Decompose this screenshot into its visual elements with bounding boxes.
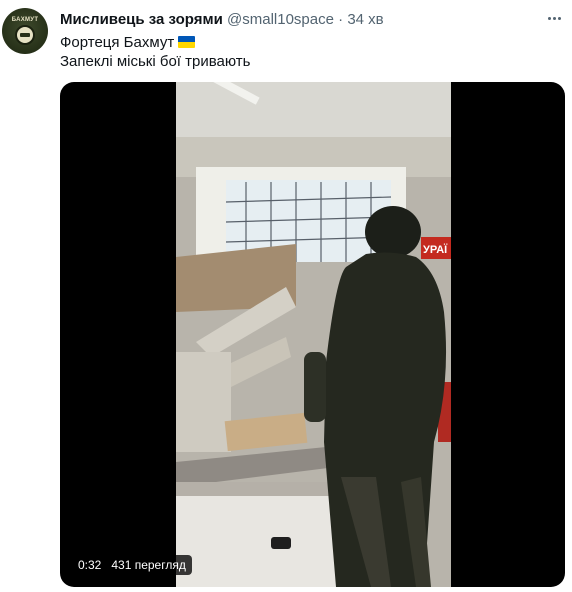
- tweet-header: Мисливець за зорями @small10space · 34 х…: [60, 11, 384, 28]
- video-frame: УРАЇ: [176, 82, 451, 587]
- author-handle[interactable]: @small10space: [227, 11, 334, 28]
- video-elapsed-time: 0:32: [78, 558, 102, 572]
- tweet[interactable]: БАХМУТ Мисливець за зорями @small10space…: [0, 0, 572, 592]
- more-options-icon[interactable]: [544, 8, 564, 28]
- tweet-text-title: Фортеця Бахмут: [60, 34, 175, 51]
- avatar-emblem-icon: [15, 25, 35, 45]
- video-view-count: 431 перегляд: [111, 558, 186, 572]
- tweet-text-line-1: Фортеця Бахмут: [60, 34, 196, 51]
- shop-sign-text: УРАЇ: [423, 243, 448, 256]
- ukraine-flag-icon: [178, 36, 196, 48]
- avatar[interactable]: БАХМУТ: [2, 8, 48, 54]
- separator-dot: ·: [338, 11, 344, 28]
- video-player[interactable]: УРАЇ 0:32 431 перегляд: [60, 82, 565, 587]
- author-name[interactable]: Мисливець за зорями: [60, 11, 223, 28]
- tweet-timestamp[interactable]: 34 хв: [347, 11, 383, 28]
- video-status-badge: 0:32 431 перегляд: [72, 555, 192, 575]
- tweet-text-line-2: Запеклі міські бої тривають: [60, 53, 251, 70]
- avatar-label: БАХМУТ: [11, 17, 39, 23]
